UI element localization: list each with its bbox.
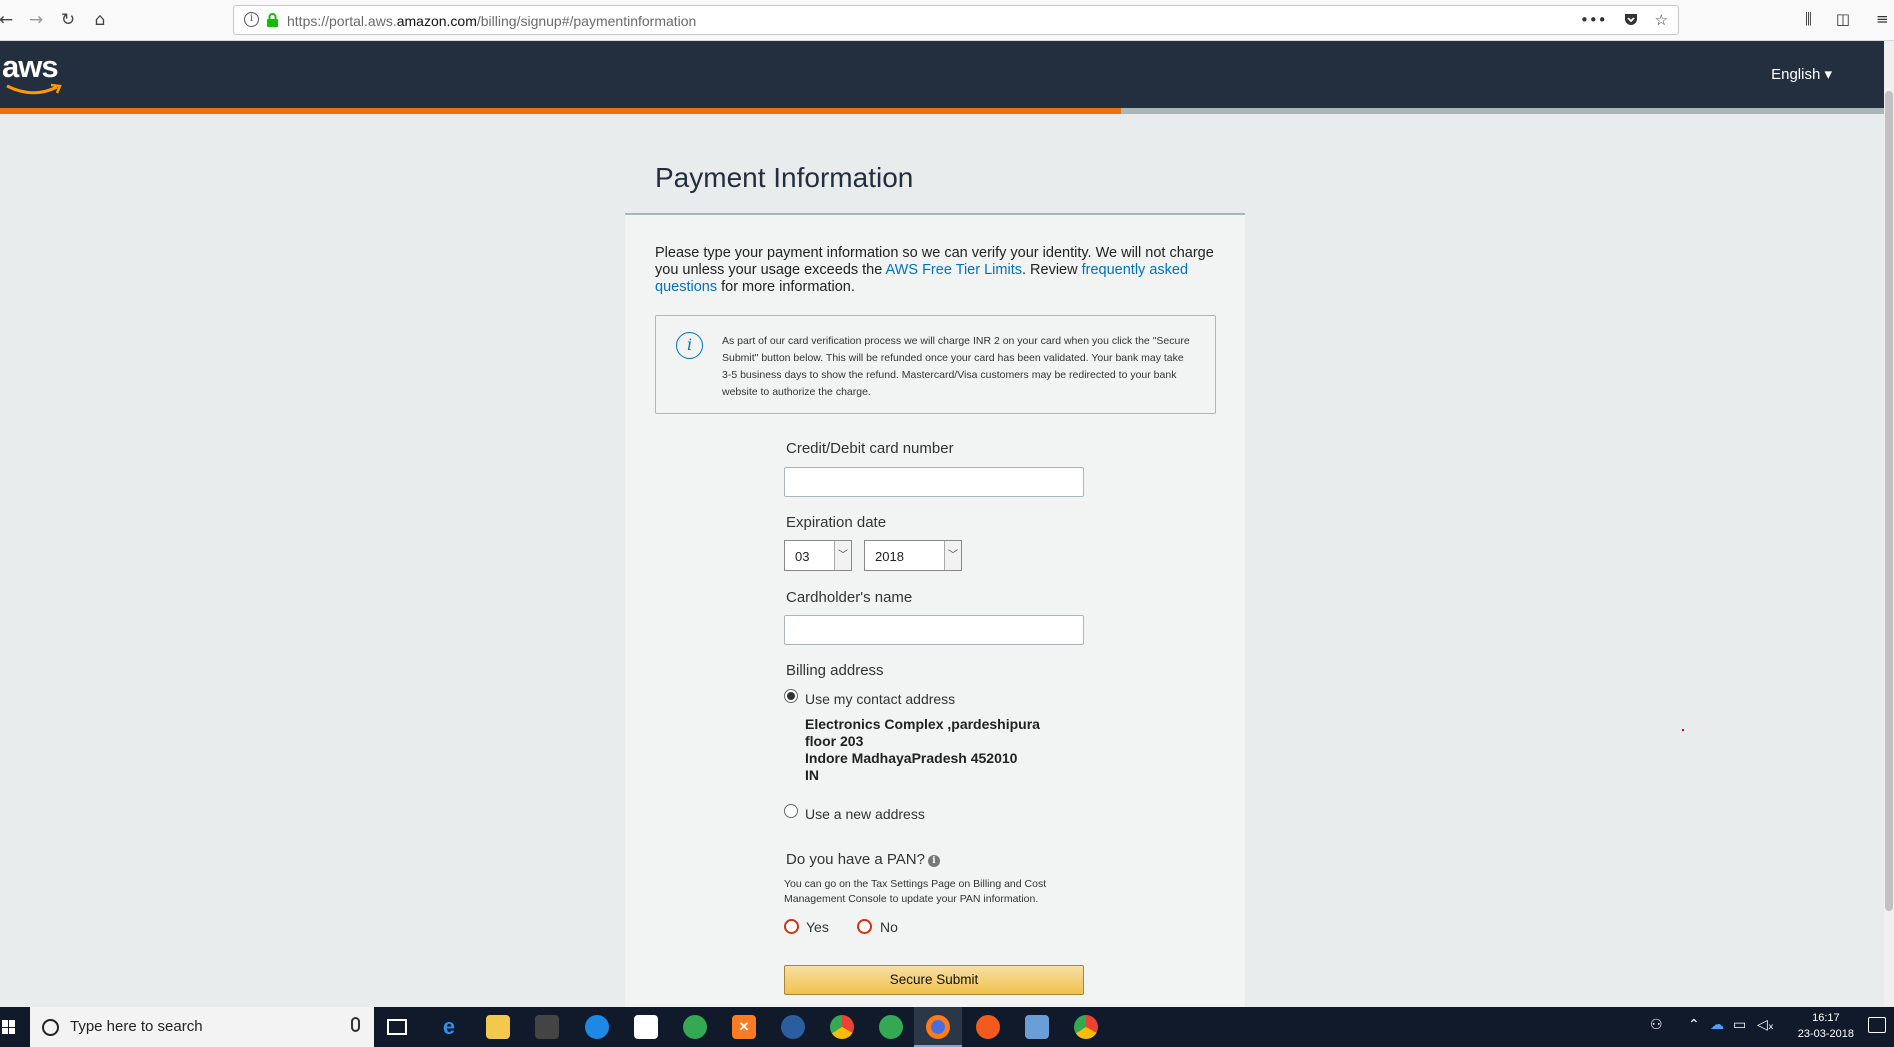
taskbar-search[interactable]: Type here to search <box>30 1007 374 1047</box>
signup-progress-bar <box>0 108 1884 114</box>
pan-help-text: You can go on the Tax Settings Page on B… <box>784 878 1047 905</box>
page-header: Payment Information <box>625 150 1245 215</box>
signup-progress-fill <box>0 108 1121 114</box>
aws-smile-icon <box>6 83 62 95</box>
page-scrollbar[interactable] <box>1884 41 1894 1006</box>
aws-header: aws English ▾ <box>0 41 1884 108</box>
show-hidden-icons-icon[interactable]: ⌃ <box>1688 1017 1700 1033</box>
verification-notice: i As part of our card verification proce… <box>655 315 1216 414</box>
more-icon[interactable]: ••• <box>1580 11 1607 29</box>
app-blue-icon[interactable] <box>781 1015 805 1039</box>
app-green-icon[interactable] <box>683 1015 707 1039</box>
file-explorer-icon[interactable] <box>486 1015 510 1039</box>
pan-yes-radio[interactable] <box>784 919 799 934</box>
people-icon[interactable]: ⚇ <box>1650 1017 1663 1033</box>
windows-icon <box>2 1020 16 1034</box>
library-icon[interactable]: ⫼ <box>1805 10 1812 28</box>
store-icon[interactable] <box>535 1015 559 1039</box>
scrollbar-thumb[interactable] <box>1885 91 1893 911</box>
chrome-icon[interactable] <box>830 1015 854 1039</box>
address-bar[interactable]: i https://portal.aws.amazon.com/billing/… <box>233 5 1679 35</box>
chrome-2-icon[interactable] <box>1074 1015 1098 1039</box>
lock-icon <box>267 13 278 27</box>
site-info-icon[interactable]: i <box>244 12 259 27</box>
info-icon: i <box>676 332 703 359</box>
bookmark-star-icon[interactable]: ☆ <box>1655 11 1668 29</box>
pocket-icon[interactable] <box>1623 11 1639 27</box>
use-contact-address-label[interactable]: Use my contact address <box>805 691 955 707</box>
onedrive-icon[interactable]: ☁ <box>1710 1017 1724 1033</box>
card-number-input[interactable] <box>784 467 1084 497</box>
menu-icon[interactable]: ≡ <box>1876 10 1889 28</box>
billing-address-label: Billing address <box>786 662 884 679</box>
app-green2-icon[interactable] <box>879 1015 903 1039</box>
pan-yes-label[interactable]: Yes <box>806 919 829 935</box>
expiration-label: Expiration date <box>786 514 887 531</box>
volume-muted-icon[interactable]: ◁ₓ <box>1757 1017 1774 1033</box>
use-new-address-label[interactable]: Use a new address <box>805 806 925 822</box>
cardholder-label: Cardholder's name <box>786 589 913 606</box>
start-button[interactable] <box>0 1007 25 1047</box>
aws-logo[interactable]: aws <box>2 49 59 85</box>
secure-submit-button[interactable]: Secure Submit <box>784 965 1084 995</box>
use-new-address-radio[interactable] <box>784 804 798 818</box>
free-tier-link[interactable]: AWS Free Tier Limits <box>886 262 1022 278</box>
home-icon[interactable]: ⌂ <box>88 8 112 32</box>
sidebar-icon[interactable]: ◫ <box>1836 10 1850 28</box>
page-title: Payment Information <box>655 162 914 193</box>
pan-no-label[interactable]: No <box>880 919 898 935</box>
exp-year-select[interactable]: 2018 ﹀ <box>864 540 962 571</box>
reload-icon[interactable]: ↻ <box>56 8 80 32</box>
language-selector[interactable]: English ▾ <box>1771 65 1832 83</box>
payment-form-card: Please type your payment information so … <box>625 215 1245 1015</box>
chevron-down-icon: ﹀ <box>944 541 961 570</box>
xampp-icon[interactable]: ✕ <box>732 1015 756 1039</box>
exp-month-select[interactable]: 03 ﹀ <box>784 540 852 571</box>
mail-icon[interactable] <box>634 1015 658 1039</box>
network-icon[interactable]: ▭ <box>1733 1017 1746 1033</box>
cardholder-input[interactable] <box>784 615 1084 645</box>
contact-address: Electronics Complex ,pardeshipura floor … <box>805 716 1040 783</box>
task-view-icon[interactable] <box>387 1019 407 1035</box>
notice-text: As part of our card verification process… <box>722 335 1190 398</box>
firefox-icon[interactable] <box>926 1015 950 1039</box>
safari-icon[interactable] <box>585 1015 609 1039</box>
card-number-label: Credit/Debit card number <box>786 440 954 457</box>
edge-icon[interactable]: e <box>437 1015 461 1039</box>
back-icon[interactable]: ← <box>0 8 18 32</box>
notepad-icon[interactable] <box>1025 1015 1049 1039</box>
action-center-icon[interactable] <box>1868 1017 1886 1033</box>
stray-dot <box>1682 729 1684 731</box>
pan-no-radio[interactable] <box>857 919 872 934</box>
cortana-icon <box>42 1019 59 1036</box>
microphone-icon[interactable] <box>351 1017 360 1032</box>
help-icon[interactable]: i <box>927 855 940 867</box>
intro-text: Please type your payment information so … <box>655 245 1214 295</box>
use-contact-address-radio[interactable] <box>784 689 798 703</box>
windows-taskbar: Type here to search e ✕ ⚇ ⌃ ☁ ▭ ◁ₓ 16:17… <box>0 1007 1894 1047</box>
chevron-down-icon: ﹀ <box>834 541 851 570</box>
forward-icon[interactable]: → <box>24 8 48 32</box>
pan-question: Do you have a PAN? i <box>786 851 940 868</box>
sublime-icon[interactable] <box>976 1015 1000 1039</box>
browser-toolbar: ← → ↻ ⌂ i https://portal.aws.amazon.com/… <box>0 0 1894 41</box>
url-text[interactable]: https://portal.aws.amazon.com/billing/si… <box>287 13 696 29</box>
system-clock[interactable]: 16:17 23-03-2018 <box>1798 1010 1854 1042</box>
